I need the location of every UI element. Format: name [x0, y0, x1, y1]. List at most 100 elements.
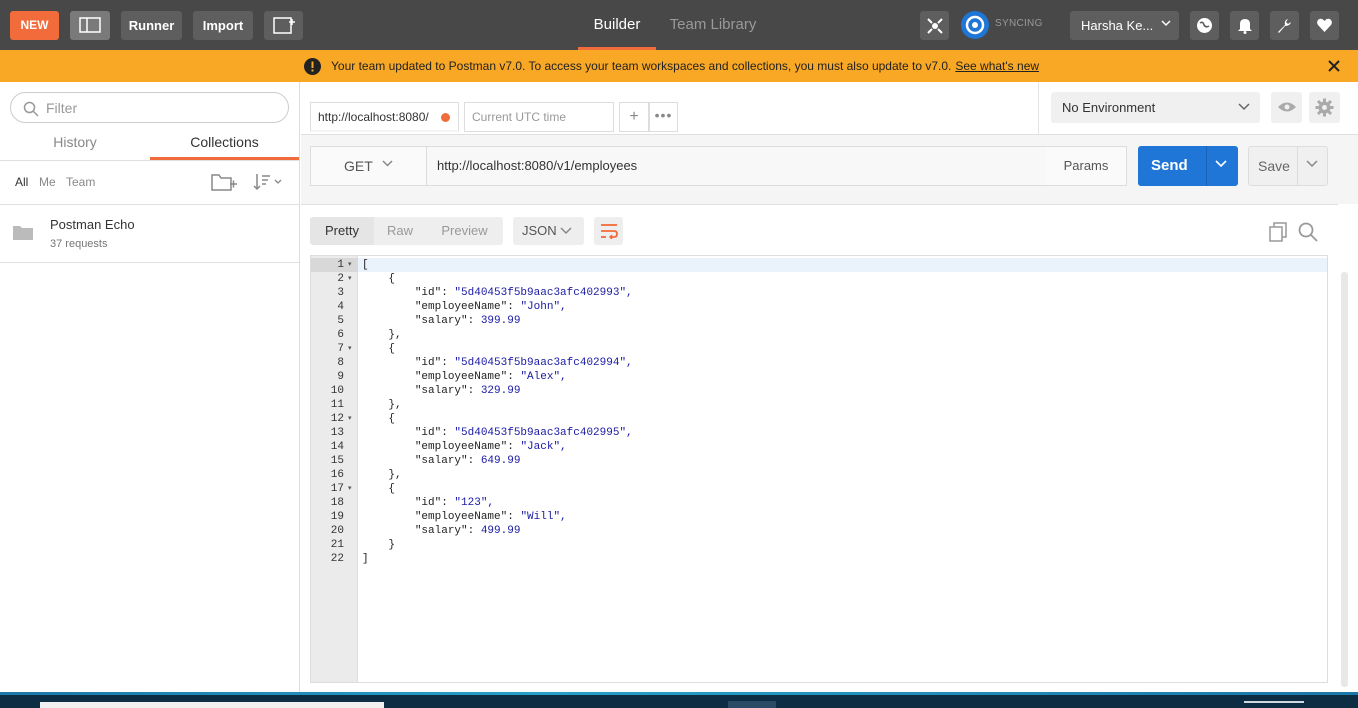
search-icon — [23, 101, 39, 117]
heart-icon — [1317, 18, 1332, 32]
sidebar: History Collections All Me Team Postman … — [0, 82, 300, 692]
code-line: { — [362, 343, 396, 355]
chevron-down-icon — [560, 227, 572, 235]
line-number: 13 — [330, 427, 344, 439]
satellite-icon — [926, 18, 943, 34]
method-select[interactable]: GET — [311, 147, 427, 185]
line-number: 19 — [330, 511, 344, 523]
globe-icon — [1197, 18, 1212, 33]
manage-environments-button[interactable] — [1309, 92, 1340, 123]
filter-input[interactable] — [46, 98, 276, 118]
code-line: "employeeName": "Alex", — [414, 371, 567, 383]
banner-message: Your team updated to Postman v7.0. To ac… — [331, 59, 1039, 73]
user-menu[interactable]: Harsha Ke... — [1070, 11, 1179, 40]
environment-panel: No Environment — [1038, 82, 1358, 134]
see-whats-new-link[interactable]: See what's new — [955, 59, 1039, 73]
line-number: 22 — [330, 553, 344, 565]
tab-builder[interactable]: Builder — [578, 0, 656, 50]
filter-me[interactable]: Me — [39, 175, 56, 189]
taskbar-app[interactable] — [728, 701, 776, 708]
collection-item[interactable]: Postman Echo 37 requests — [0, 204, 299, 263]
line-number-gutter: 1 ▾ 2 ▾ 3 4 5 6 7 ▾ 8 9 10 11 12 ▾ 13 14 15 16 17 ▾ 18 19 20 21 22 — [311, 256, 358, 682]
request-tab-2[interactable]: Current UTC time — [464, 102, 614, 132]
interceptor-button[interactable] — [920, 11, 949, 40]
chevron-down-icon — [1238, 103, 1250, 111]
save-label: Save — [1258, 158, 1290, 174]
chevron-down-icon — [382, 160, 393, 167]
sort-icon[interactable] — [253, 172, 283, 192]
sync-icon[interactable] — [960, 10, 990, 40]
app-header: NEW Runner Import Builder Team Library S… — [0, 0, 1358, 50]
unsaved-dot — [441, 113, 450, 122]
line-number: 3 — [337, 287, 344, 299]
wrap-lines-button[interactable] — [594, 217, 623, 245]
fold-toggle-icon[interactable]: ▾ — [348, 258, 352, 272]
code-line: { — [362, 273, 396, 285]
response-body-editor[interactable]: 1 ▾ 2 ▾ 3 4 5 6 7 ▾ 8 9 10 11 12 ▾ 13 14 15 16 17 ▾ 18 19 20 21 22… — [310, 255, 1328, 683]
line-number: 20 — [330, 525, 344, 537]
format-value: JSON — [522, 223, 557, 238]
request-tab[interactable]: http://localhost:8080/ — [310, 102, 459, 132]
update-banner: Your team updated to Postman v7.0. To ac… — [0, 50, 1358, 82]
code-line: "id": "123", — [414, 497, 495, 509]
fold-toggle-icon[interactable]: ▾ — [348, 342, 352, 356]
line-number: 9 — [337, 371, 344, 383]
settings-button[interactable] — [1270, 11, 1299, 40]
chevron-down-icon[interactable] — [1215, 160, 1227, 168]
sync-status: SYNCING — [995, 18, 1043, 29]
runner-button[interactable]: Runner — [121, 11, 182, 40]
tab-history[interactable]: History — [0, 134, 150, 160]
view-preview[interactable]: Preview — [426, 217, 503, 245]
code-line: "id": "5d40453f5b9aac3afc402995", — [414, 427, 633, 439]
code-line: } — [362, 539, 396, 551]
url-input[interactable]: http://localhost:8080/v1/employees — [427, 147, 1047, 185]
view-raw[interactable]: Raw — [374, 217, 426, 245]
taskbar-clock — [1244, 701, 1304, 703]
code-line: { — [362, 483, 396, 495]
new-button[interactable]: NEW — [10, 11, 59, 40]
more-tabs-button[interactable]: ••• — [649, 102, 678, 132]
os-taskbar — [0, 692, 1358, 708]
code-line: "id": "5d40453f5b9aac3afc402993", — [414, 287, 633, 299]
fold-toggle-icon[interactable]: ▾ — [348, 482, 352, 496]
line-number: 8 — [337, 357, 344, 369]
line-number: 5 — [337, 315, 344, 327]
copy-icon[interactable] — [1269, 222, 1289, 242]
environment-select[interactable]: No Environment — [1051, 92, 1260, 123]
params-button[interactable]: Params — [1046, 146, 1127, 186]
new-window-button[interactable] — [264, 11, 303, 40]
filter-team[interactable]: Team — [66, 175, 95, 189]
toggle-sidebar-button[interactable] — [70, 11, 110, 40]
format-select[interactable]: JSON — [513, 217, 584, 245]
code-line: "salary": 499.99 — [414, 525, 521, 537]
warning-icon — [304, 58, 321, 75]
fold-toggle-icon[interactable]: ▾ — [348, 412, 352, 426]
tab-team-library[interactable]: Team Library — [660, 0, 766, 50]
import-button[interactable]: Import — [193, 11, 253, 40]
taskbar-edge — [0, 692, 1358, 695]
code-line: "employeeName": "Will", — [414, 511, 567, 523]
globe-button[interactable] — [1190, 11, 1219, 40]
taskbar-search[interactable] — [40, 702, 384, 708]
new-collection-icon[interactable] — [211, 172, 237, 192]
send-button[interactable]: Send — [1138, 146, 1238, 186]
line-number: 6 — [337, 329, 344, 341]
save-button[interactable]: Save — [1248, 146, 1328, 186]
code-line: }, — [362, 329, 402, 341]
line-number: 2 — [337, 273, 344, 285]
close-icon[interactable] — [1328, 60, 1340, 72]
fold-toggle-icon[interactable]: ▾ — [348, 272, 352, 286]
filter-all[interactable]: All — [15, 175, 28, 189]
scrollbar[interactable] — [1341, 272, 1348, 687]
eye-icon — [1277, 102, 1296, 112]
heart-button[interactable] — [1310, 11, 1339, 40]
notifications-button[interactable] — [1230, 11, 1259, 40]
bell-icon — [1237, 19, 1252, 34]
chevron-down-icon[interactable] — [1306, 160, 1318, 168]
environment-quick-look-button[interactable] — [1271, 92, 1302, 123]
new-tab-button[interactable]: + — [619, 102, 649, 132]
code-line: "salary": 649.99 — [414, 455, 521, 467]
line-number: 11 — [330, 399, 344, 411]
search-icon[interactable] — [1298, 222, 1318, 242]
view-pretty[interactable]: Pretty — [310, 217, 374, 245]
